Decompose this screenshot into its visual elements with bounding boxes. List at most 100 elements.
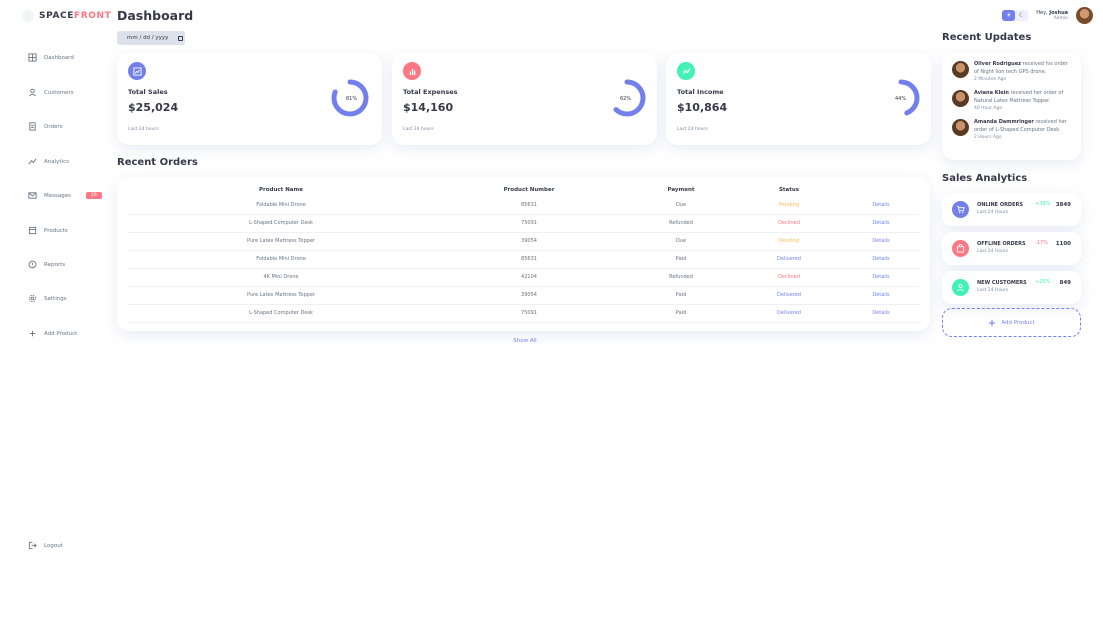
- table-row: Pure Latex Mattress Topper 39054 Due Pendin…: [128, 233, 920, 251]
- sidebar-item-products[interactable]: Products: [28, 226, 68, 235]
- update-name: Oliver Rodriguez: [974, 61, 1022, 67]
- card-value: $25,024: [128, 101, 179, 114]
- gear-icon: [28, 294, 37, 303]
- table-row: 4K Mini Drone 42104 Refunded Declined Detail…: [128, 269, 920, 287]
- column-header-status: Status: [778, 187, 800, 193]
- product-number-cell: 39054: [521, 238, 537, 244]
- status-cell: Delivered: [777, 292, 801, 298]
- details-link[interactable]: Details: [872, 256, 889, 262]
- mail-icon: [28, 192, 37, 199]
- receipt-icon: [29, 122, 36, 131]
- brand-logo[interactable]: SPACEFRONT: [22, 10, 111, 22]
- recent-orders-title: Recent Orders: [117, 157, 198, 168]
- card-icon: [952, 240, 969, 257]
- avatar: [952, 119, 969, 136]
- analytics-change: +39%: [1035, 201, 1051, 207]
- sidebar-item-analytics[interactable]: Analytics: [28, 157, 69, 166]
- analytics-value: 3849: [1055, 202, 1071, 208]
- card-label: Total Sales: [128, 88, 168, 96]
- product-name-cell: Foldable Mini Drone: [256, 256, 306, 262]
- total-income-card: Total Income $10,864 Last 24 hours 44%: [666, 53, 931, 145]
- update-item: Aviana Klein received her order of Natur…: [952, 90, 1074, 112]
- calendar-icon: [178, 35, 184, 41]
- avatar[interactable]: [1076, 7, 1093, 24]
- total-expenses-card: Total Expenses $14,160 Last 24 hours 62%: [392, 53, 657, 145]
- add-product-label: Add Product: [1001, 319, 1035, 326]
- sidebar-item-messages[interactable]: Messages 26: [28, 191, 102, 200]
- date-input[interactable]: mm / dd / yyyy: [117, 31, 185, 45]
- sidebar-item-customers[interactable]: Customers: [28, 88, 74, 97]
- logout-button[interactable]: Logout: [28, 541, 63, 550]
- status-cell: Declined: [778, 274, 800, 280]
- logout-icon: [28, 541, 37, 550]
- card-value: $14,160: [403, 101, 454, 114]
- plus-icon: [989, 319, 996, 326]
- person-icon: [29, 88, 36, 97]
- status-cell: Pending: [779, 202, 799, 208]
- product-number-cell: 42104: [521, 274, 537, 280]
- sidebar-item-dashboard[interactable]: Dashboard: [28, 53, 74, 62]
- sidebar-item-label: Messages: [44, 192, 71, 199]
- product-number-cell: 85631: [521, 256, 537, 262]
- analytics-sub: Last 24 Hours: [977, 288, 1009, 293]
- payment-cell: Paid: [675, 292, 687, 298]
- product-name-cell: Pure Latex Mattress Topper: [247, 238, 315, 244]
- card-percent: 62%: [620, 96, 632, 102]
- sidebar-item-label: Products: [44, 227, 68, 234]
- avatar: [952, 90, 969, 107]
- logo-icon: [22, 10, 34, 22]
- column-header-product-name: Product Name: [259, 187, 303, 193]
- details-link[interactable]: Details: [872, 310, 889, 316]
- product-number-cell: 39054: [521, 292, 537, 298]
- details-link[interactable]: Details: [872, 220, 889, 226]
- sidebar-item-orders[interactable]: Orders: [28, 122, 63, 131]
- sidebar-item-add-product[interactable]: Add Product: [28, 329, 77, 338]
- analytics-name: NEW CUSTOMERS: [977, 280, 1027, 286]
- column-header-product-number: Product Number: [503, 187, 555, 193]
- card-label: Total Expenses: [403, 88, 458, 96]
- details-link[interactable]: Details: [872, 238, 889, 244]
- sidebar-item-label: Customers: [44, 89, 74, 96]
- chart-line-icon: [28, 158, 37, 165]
- theme-toggler[interactable]: ☀ ☾: [1002, 10, 1029, 21]
- sidebar: SPACEFRONT Dashboard Customers Orders An…: [0, 0, 111, 621]
- online-orders-item: ONLINE ORDERS Last 24 Hours +39% 3849: [942, 193, 1081, 226]
- sidebar-item-reports[interactable]: Reports: [28, 260, 65, 269]
- analytics-icon: [132, 66, 142, 76]
- show-all-link[interactable]: Show All: [513, 338, 536, 344]
- update-name: Amanda Dammringer: [974, 119, 1034, 125]
- table-row: Foldable Mini Drone 85631 Paid Delivered Det…: [128, 251, 920, 269]
- card-icon: [677, 62, 695, 80]
- details-link[interactable]: Details: [872, 202, 889, 208]
- add-product-button[interactable]: Add Product: [942, 308, 1081, 337]
- update-item: Oliver Rodriguez received his order of N…: [952, 61, 1074, 83]
- sidebar-item-label: Orders: [44, 123, 63, 130]
- update-name: Aviana Klein: [974, 90, 1009, 96]
- card-footer: Last 24 hours: [128, 127, 159, 132]
- details-link[interactable]: Details: [872, 292, 889, 298]
- profile-role: Admin: [1053, 16, 1068, 21]
- offline-orders-item: OFFLINE ORDERS Last 24 Hours -17% 1100: [942, 232, 1081, 265]
- card-icon: [403, 62, 421, 80]
- card-footer: Last 24 hours: [677, 127, 708, 132]
- bar-chart-icon: [409, 68, 415, 75]
- avatar: [952, 61, 969, 78]
- product-number-cell: 75091: [521, 310, 537, 316]
- analytics-value: 1100: [1055, 241, 1071, 247]
- payment-cell: Refunded: [669, 274, 693, 280]
- product-name-cell: L-Shaped Computer Desk: [249, 220, 313, 226]
- details-link[interactable]: Details: [872, 274, 889, 280]
- table-row: Foldable Mini Drone 85631 Due Pending Detail…: [128, 197, 920, 215]
- stocks-icon: [682, 67, 690, 75]
- card-percent: 81%: [346, 96, 358, 102]
- card-percent: 44%: [895, 96, 907, 102]
- payment-cell: Due: [675, 202, 687, 208]
- analytics-name: OFFLINE ORDERS: [977, 241, 1026, 247]
- card-icon: [952, 279, 969, 296]
- inventory-icon: [28, 226, 37, 235]
- messages-badge: 26: [85, 192, 102, 199]
- card-footer: Last 24 hours: [403, 127, 434, 132]
- card-icon: [128, 62, 146, 80]
- sidebar-item-settings[interactable]: Settings: [28, 294, 67, 303]
- sun-icon: ☀: [1002, 10, 1016, 21]
